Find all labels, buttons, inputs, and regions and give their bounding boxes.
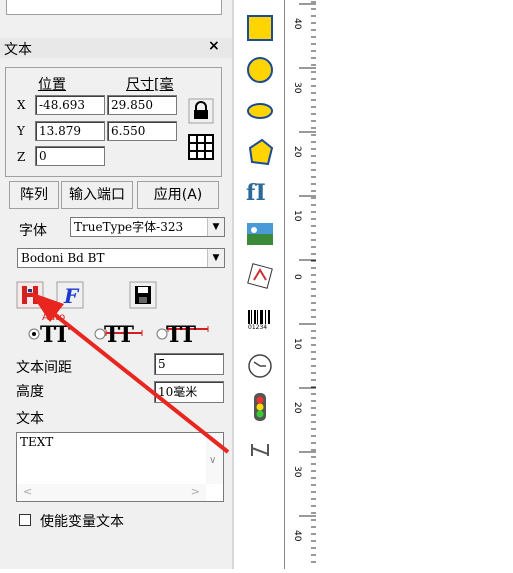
red-arrow-annotation	[30, 292, 230, 454]
